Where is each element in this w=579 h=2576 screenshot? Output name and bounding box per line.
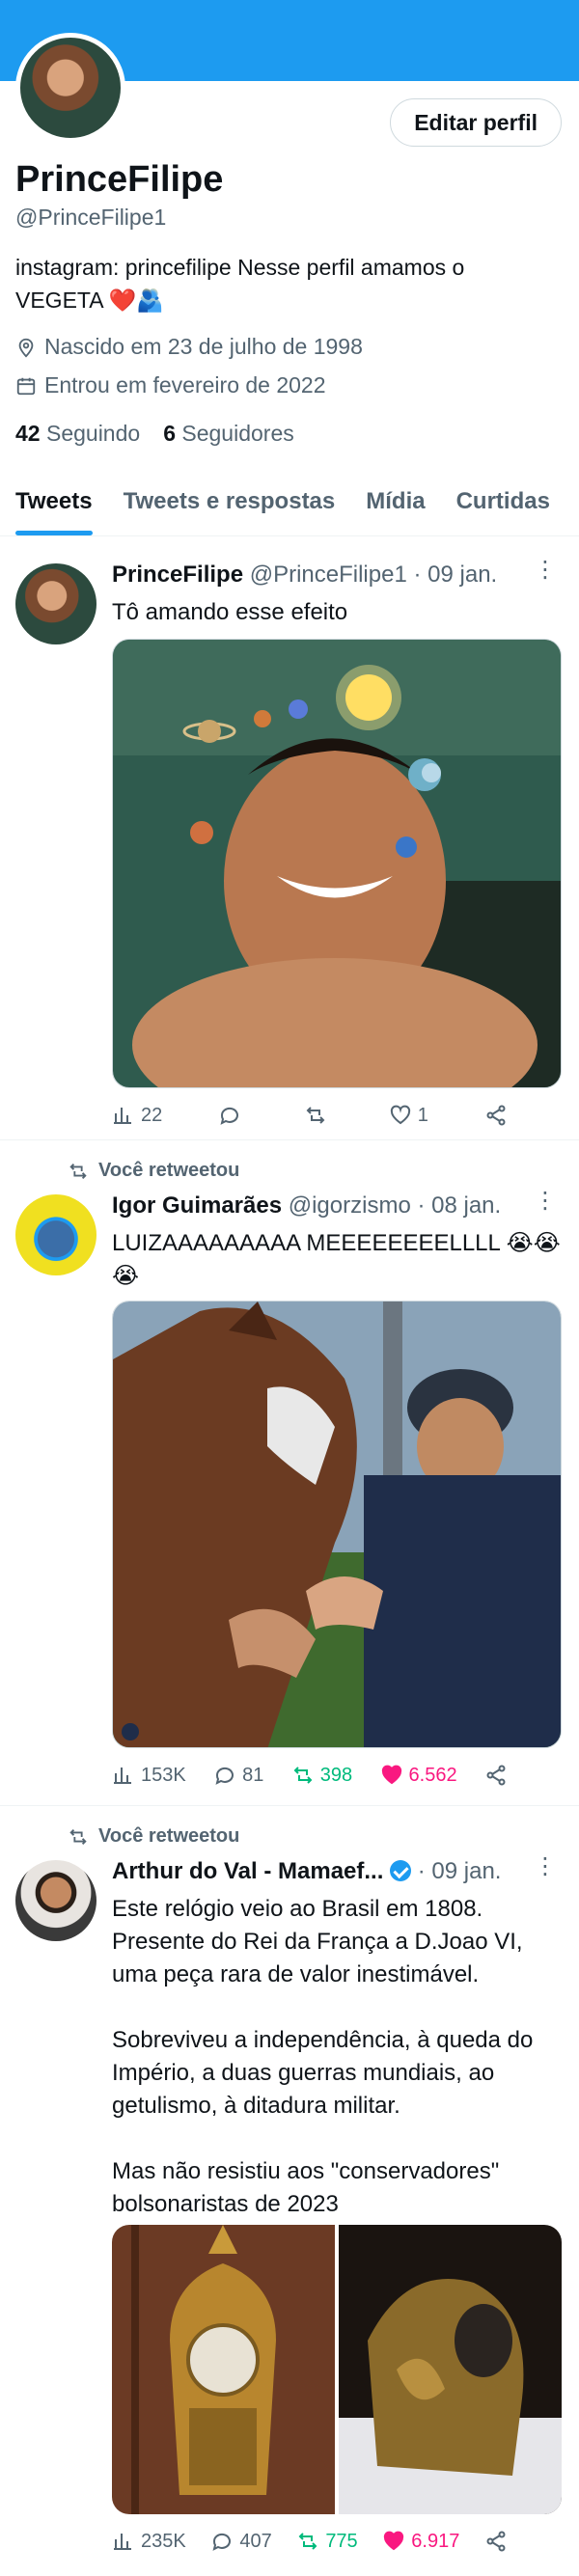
tweet-text: Este relógio veio ao Brasil em 1808. Pre… [112, 1896, 534, 2217]
tweet-photo[interactable] [112, 1301, 562, 1748]
tweet-3[interactable]: Você retweetou Arthur do Val - Mamaef...… [0, 1806, 579, 2576]
tweet-actions: 22 1 [112, 1104, 508, 1127]
retweet-icon [69, 1163, 87, 1179]
profile-tabs: Tweets Tweets e respostas Mídia Curtidas [0, 473, 579, 536]
birth-date: Nascido em 23 de julho de 1998 [15, 334, 363, 360]
tab-replies[interactable]: Tweets e respostas [108, 473, 351, 535]
heart-icon [381, 1765, 401, 1785]
speech-bubble-icon [215, 1767, 234, 1785]
verified-badge-icon [390, 1860, 412, 1881]
views-button[interactable]: 153K [112, 1764, 186, 1787]
join-date: Entrou em fevereiro de 2022 [15, 372, 326, 398]
edit-profile-button[interactable]: Editar perfil [390, 98, 562, 147]
tweet-avatar[interactable] [15, 1860, 96, 1941]
tweet-1[interactable]: PrinceFilipe @PrinceFilipe1 · 09 jan. ⋮ … [0, 546, 579, 1140]
retweet-icon [293, 1767, 313, 1784]
following-link[interactable]: 42 Seguindo [15, 421, 140, 447]
tweet-text: LUIZAAAAAAAAA MEEEEEEEELLLL 😭😭😭 [112, 1230, 561, 1289]
profile-handle: @PrinceFilipe1 [15, 205, 167, 230]
tab-likes[interactable]: Curtidas [441, 473, 565, 535]
share-icon [486, 2531, 506, 2552]
location-pin-icon [18, 338, 34, 357]
retweet-indicator: Você retweetou [68, 1825, 239, 1848]
tweet-photos [112, 2225, 562, 2514]
reply-button[interactable] [218, 1104, 247, 1127]
like-button[interactable]: 1 [389, 1104, 428, 1127]
retweet-icon [69, 1828, 87, 1845]
share-button[interactable] [484, 1104, 508, 1127]
join-date-text: Entrou em fevereiro de 2022 [44, 372, 326, 397]
horse-photo-image [113, 1302, 561, 1747]
tweet-actions: 153K 81 398 6.562 [112, 1764, 508, 1787]
speech-bubble-icon [212, 2533, 232, 2551]
tweet-header: Igor Guimarães @igorzismo · 08 jan. [112, 1192, 502, 1219]
share-button[interactable] [484, 2530, 508, 2553]
tweet-header: Arthur do Val - Mamaef... · 09 jan. [112, 1858, 502, 1884]
clock-before-image[interactable] [112, 2225, 335, 2514]
profile-avatar[interactable] [15, 33, 125, 143]
tweet-text: Tô amando esse efeito [112, 599, 348, 625]
more-options-icon[interactable]: ⋮ [534, 556, 558, 584]
views-button[interactable]: 235K [112, 2530, 186, 2553]
views-button[interactable]: 22 [112, 1104, 162, 1127]
tab-media[interactable]: Mídia [350, 473, 440, 535]
clock-broken-image[interactable] [339, 2225, 562, 2514]
like-button[interactable]: 6.917 [382, 2530, 459, 2553]
share-icon [486, 1765, 506, 1786]
tweet-photo[interactable] [112, 639, 562, 1088]
calendar-icon [16, 377, 36, 395]
heart-icon [390, 1105, 410, 1125]
more-options-icon[interactable]: ⋮ [534, 1852, 558, 1880]
tweet-avatar[interactable] [15, 1194, 96, 1275]
retweet-icon [306, 1107, 324, 1124]
bar-chart-icon [114, 1108, 131, 1124]
reply-button[interactable]: 81 [213, 1764, 263, 1787]
tweet-avatar[interactable] [15, 563, 96, 644]
share-icon [486, 1105, 506, 1126]
tweet-header: PrinceFilipe @PrinceFilipe1 · 09 jan. [112, 562, 498, 588]
profile-bio: instagram: princefilipe Nesse perfil ama… [15, 255, 465, 313]
share-button[interactable] [484, 1764, 508, 1787]
followers-link[interactable]: 6 Seguidores [163, 421, 294, 447]
like-button[interactable]: 6.562 [380, 1764, 457, 1787]
speech-bubble-icon [220, 1107, 239, 1125]
tab-tweets[interactable]: Tweets [0, 473, 108, 535]
selfie-with-planets-image [113, 640, 561, 1087]
heart-icon [384, 2531, 404, 2551]
birth-date-text: Nascido em 23 de julho de 1998 [44, 334, 363, 359]
more-options-icon[interactable]: ⋮ [534, 1187, 558, 1215]
retweet-icon [298, 2533, 317, 2550]
tweet-2[interactable]: Você retweetou Igor Guimarães @igorzismo… [0, 1140, 579, 1806]
bar-chart-icon [114, 1768, 131, 1784]
tweet-actions: 235K 407 775 6.917 [112, 2530, 508, 2553]
profile-name: PrinceFilipe [15, 159, 224, 200]
bar-chart-icon [114, 2534, 131, 2550]
reply-button[interactable]: 407 [210, 2530, 272, 2553]
retweet-button[interactable] [304, 1104, 333, 1127]
follow-stats: 42 Seguindo 6 Seguidores [15, 421, 294, 447]
retweet-indicator: Você retweetou [68, 1160, 239, 1182]
retweet-button[interactable]: 775 [296, 2530, 358, 2553]
retweet-button[interactable]: 398 [291, 1764, 352, 1787]
